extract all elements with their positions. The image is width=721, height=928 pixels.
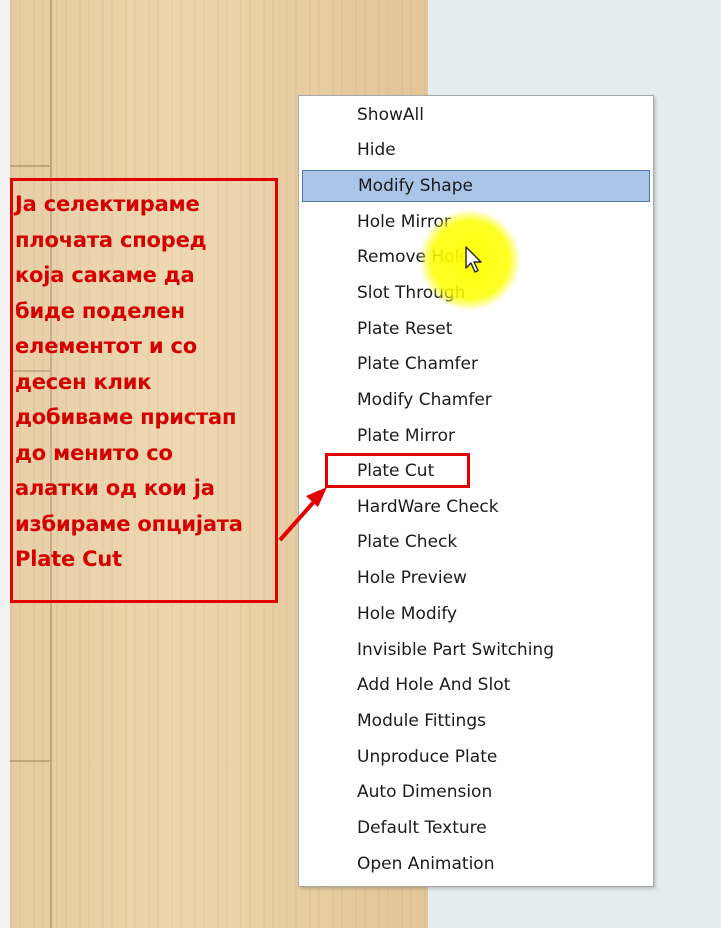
annotation-arrow-icon [278, 487, 327, 542]
